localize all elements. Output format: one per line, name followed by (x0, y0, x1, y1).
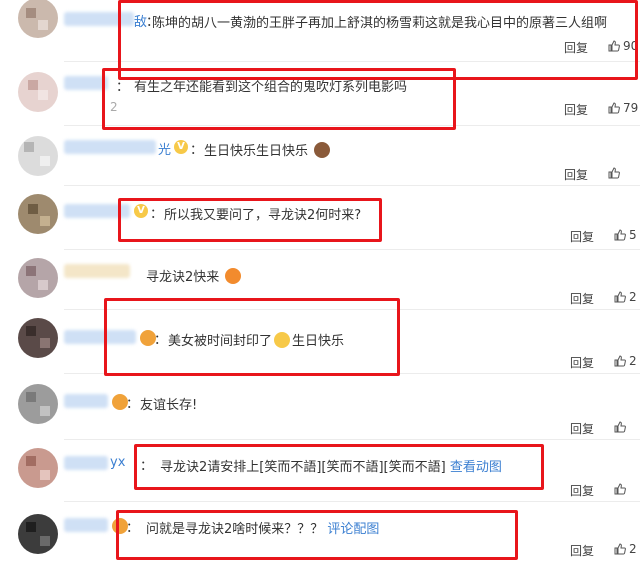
like-button[interactable]: 2 (614, 354, 637, 368)
avatar[interactable] (18, 0, 58, 38)
avatar[interactable] (18, 448, 58, 488)
avatar[interactable] (18, 384, 58, 424)
comment-text-body: 寻龙诀2快来 (146, 270, 220, 285)
comment-text: 陈坤的胡八一黄渤的王胖子再加上舒淇的杨雪莉这就是我心目中的原著三人组啊 (152, 16, 608, 31)
like-button[interactable]: 79 (608, 101, 638, 115)
like-count: 2 (629, 290, 637, 304)
reply-button[interactable]: 回复 (564, 101, 588, 118)
comment-text: 寻龙诀2快来 (146, 266, 243, 285)
laughing-emoji-icon (274, 332, 291, 348)
comment-text: 生日快乐生日快乐 (204, 140, 332, 159)
comment-row: 寻龙诀2快来 回复 2 (0, 250, 640, 310)
reply-button[interactable]: 回复 (564, 166, 588, 183)
avatar[interactable] (18, 258, 58, 298)
like-button[interactable]: 2 (614, 542, 637, 556)
comment-text-body: 问就是寻龙诀2啥时候来？？？ (146, 522, 324, 537)
like-button[interactable]: 90 (608, 39, 638, 53)
colon: ： (116, 80, 130, 95)
fire-emoji-icon (225, 268, 242, 284)
comment-text-part-b: 生日快乐 (292, 334, 345, 349)
colon: ： (190, 143, 204, 158)
reply-button[interactable]: 回复 (570, 482, 594, 499)
username-suffix[interactable]: yx (110, 455, 125, 470)
reply-button[interactable]: 回复 (570, 228, 594, 245)
comment-row: V ： 所以我又要问了，寻龙诀2何时来? 回复 5 (0, 186, 640, 250)
comment-text: 有生之年还能看到这个组合的鬼吹灯系列电影吗 (134, 80, 408, 95)
thumbs-up-icon (614, 229, 626, 241)
colon: ： (126, 521, 140, 536)
like-button[interactable]: 2 (614, 290, 637, 304)
username-blurred[interactable] (64, 330, 136, 344)
username-tail: 2 (110, 100, 118, 114)
comment-text: 美女被时间封印了 生日快乐 (168, 330, 344, 349)
like-button[interactable] (614, 420, 629, 434)
colon: ： (140, 459, 154, 474)
comment-row: 敌 ： 陈坤的胡八一黄渤的王胖子再加上舒淇的杨雪莉这就是我心目中的原著三人组啊 … (0, 0, 640, 62)
comment-row: yx ： 寻龙诀2请安排上[笑而不語][笑而不語][笑而不語] 查看动图 回复 (0, 440, 640, 502)
thumbs-up-icon (614, 291, 626, 303)
like-button[interactable] (614, 482, 629, 496)
comment-text-part-a: 美女被时间封印了 (168, 334, 273, 349)
thumbs-up-icon (614, 355, 626, 367)
reply-button[interactable]: 回复 (564, 39, 588, 56)
like-count: 5 (629, 228, 637, 242)
comment-text-body: 生日快乐生日快乐 (204, 144, 309, 159)
colon: ： (150, 207, 164, 222)
thumbs-up-icon (608, 102, 620, 114)
comment-text: 寻龙诀2请安排上[笑而不語][笑而不語][笑而不語] 查看动图 (160, 456, 502, 475)
comment-text: 友谊长存! (140, 398, 198, 413)
comment-text-body: 寻龙诀2请安排上[笑而不語][笑而不語][笑而不語] (160, 460, 446, 475)
verified-badge-icon: V (174, 140, 188, 154)
avatar[interactable] (18, 136, 58, 176)
reply-button[interactable]: 回复 (570, 290, 594, 307)
username-blurred[interactable] (64, 12, 134, 26)
like-count: 2 (629, 354, 637, 368)
thumbs-up-icon (608, 167, 620, 179)
like-count: 2 (629, 542, 637, 556)
comment-row: ： 问就是寻龙诀2啥时候来？？？ 评论配图 回复 2 (0, 502, 640, 562)
comment-text: 所以我又要问了，寻龙诀2何时来? (164, 208, 362, 223)
comment-row: ： 友谊长存! 回复 (0, 374, 640, 440)
avatar[interactable] (18, 194, 58, 234)
avatar[interactable] (18, 72, 58, 112)
view-image-link[interactable]: 评论配图 (327, 522, 379, 537)
colon: ： (126, 397, 140, 412)
username-blurred[interactable] (64, 456, 108, 470)
reply-button[interactable]: 回复 (570, 420, 594, 437)
username-blurred[interactable] (64, 518, 108, 532)
thumbs-up-icon (608, 40, 620, 52)
comment-text: 问就是寻龙诀2啥时候来？？？ 评论配图 (146, 518, 379, 537)
thumbs-up-icon (614, 483, 626, 495)
comment-row: 光 V ： 生日快乐生日快乐 回复 (0, 126, 640, 186)
colon: ： (154, 333, 168, 348)
username-suffix[interactable]: 光 (158, 139, 171, 158)
like-button[interactable]: 5 (614, 228, 637, 242)
username-blurred[interactable] (64, 140, 156, 154)
like-count: 79 (623, 101, 639, 115)
cake-emoji-icon (314, 142, 331, 158)
reply-button[interactable]: 回复 (570, 354, 594, 371)
username-blurred[interactable] (64, 394, 108, 408)
like-count: 90 (623, 39, 639, 53)
comment-row: ： 美女被时间封印了 生日快乐 回复 2 (0, 310, 640, 374)
like-button[interactable] (608, 166, 623, 180)
username-blurred[interactable] (64, 204, 130, 218)
username-blurred[interactable] (64, 264, 130, 278)
avatar[interactable] (18, 318, 58, 358)
thumbs-up-icon (614, 543, 626, 555)
reply-button[interactable]: 回复 (570, 542, 594, 559)
view-gif-link[interactable]: 查看动图 (450, 460, 502, 475)
username-blurred[interactable] (64, 76, 108, 90)
comment-row: ： 有生之年还能看到这个组合的鬼吹灯系列电影吗 2 回复 79 (0, 62, 640, 126)
thumbs-up-icon (614, 421, 626, 433)
avatar[interactable] (18, 514, 58, 554)
verified-badge-icon: V (134, 204, 148, 218)
